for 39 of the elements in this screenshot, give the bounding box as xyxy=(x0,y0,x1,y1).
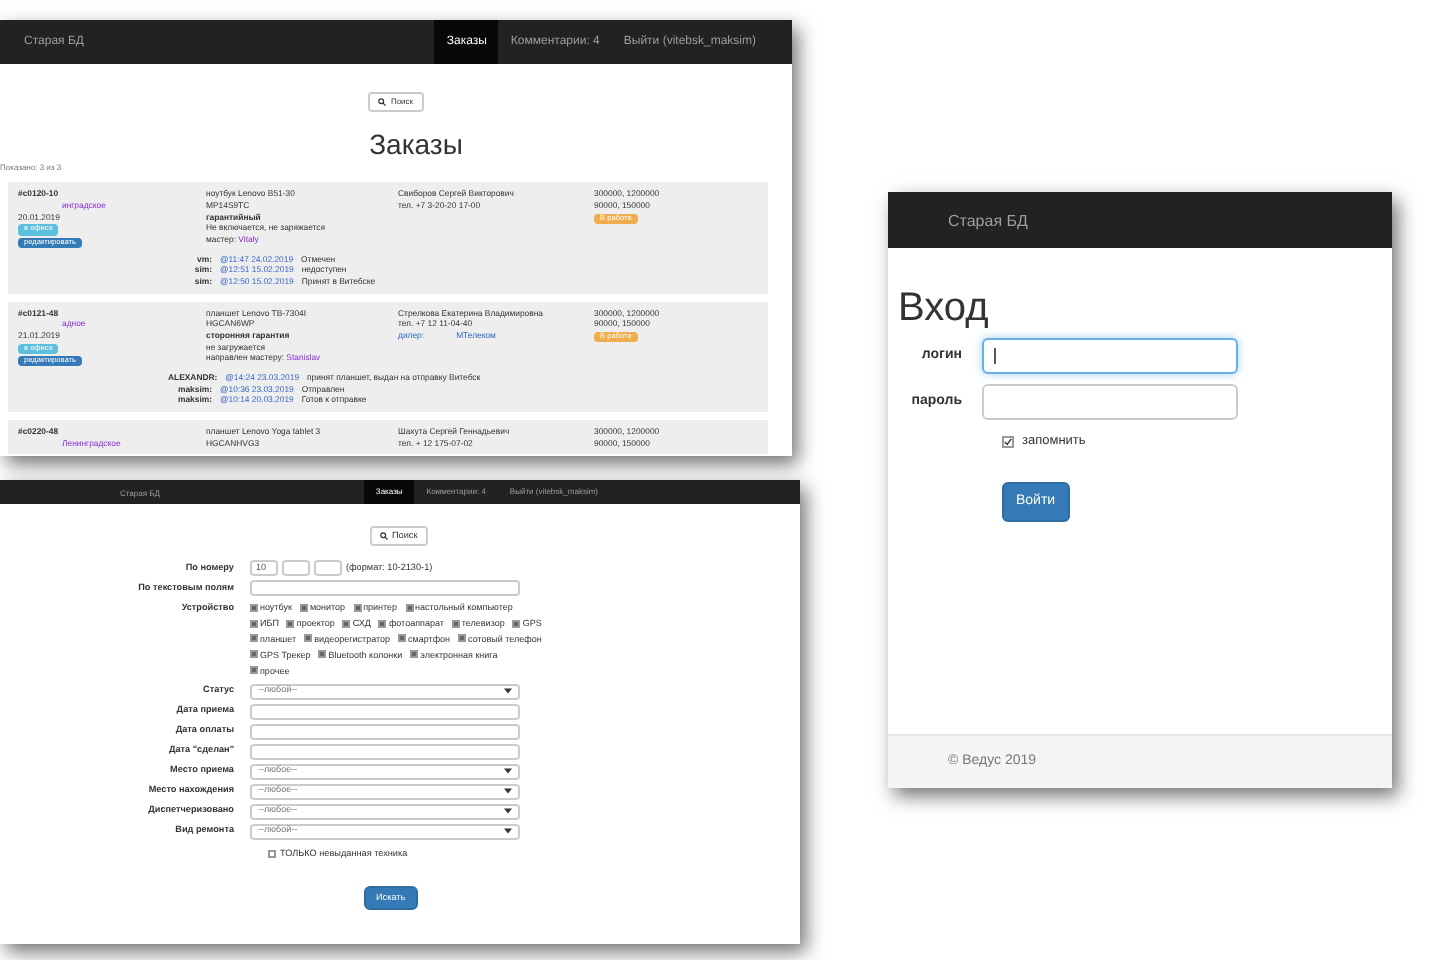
text-field[interactable] xyxy=(250,703,520,720)
remember-checkbox[interactable] xyxy=(1002,435,1014,448)
checkbox[interactable] xyxy=(318,650,327,659)
checkbox[interactable] xyxy=(268,850,276,859)
checkbox[interactable] xyxy=(342,619,351,628)
checkbox[interactable] xyxy=(250,666,258,675)
caret-icon xyxy=(504,788,512,795)
checkbox[interactable] xyxy=(353,603,362,612)
text-field[interactable] xyxy=(250,580,520,596)
checkbox[interactable] xyxy=(405,603,414,612)
text-field[interactable] xyxy=(250,723,520,740)
checkbox[interactable] xyxy=(304,634,313,643)
checkbox[interactable] xyxy=(250,619,258,628)
brand-link[interactable]: Старая БД xyxy=(888,192,1088,248)
caret-icon xyxy=(504,828,512,835)
checkbox[interactable] xyxy=(250,650,258,659)
check-icon xyxy=(1004,435,1012,448)
checkbox[interactable] xyxy=(458,634,467,643)
number-field[interactable] xyxy=(314,560,342,576)
checkbox[interactable] xyxy=(410,650,419,659)
checkbox[interactable] xyxy=(299,603,308,612)
checkbox[interactable] xyxy=(398,634,407,643)
password-field[interactable] xyxy=(982,384,1238,420)
caret-icon xyxy=(504,688,512,695)
search-icon xyxy=(378,98,387,106)
caret-icon xyxy=(504,808,512,815)
text-field[interactable] xyxy=(250,743,520,760)
checkbox[interactable] xyxy=(512,619,521,628)
page-title: Вход xyxy=(898,288,989,328)
caret-icon xyxy=(504,768,512,775)
checkbox[interactable] xyxy=(378,619,387,628)
checkbox[interactable] xyxy=(250,603,258,612)
checkbox[interactable] xyxy=(451,619,460,628)
page-title: Заказы xyxy=(367,130,465,161)
checkbox[interactable] xyxy=(286,619,295,628)
login-field[interactable] xyxy=(982,338,1238,374)
number-field[interactable] xyxy=(282,560,310,576)
search-icon xyxy=(380,532,388,540)
checkbox[interactable] xyxy=(250,634,258,643)
